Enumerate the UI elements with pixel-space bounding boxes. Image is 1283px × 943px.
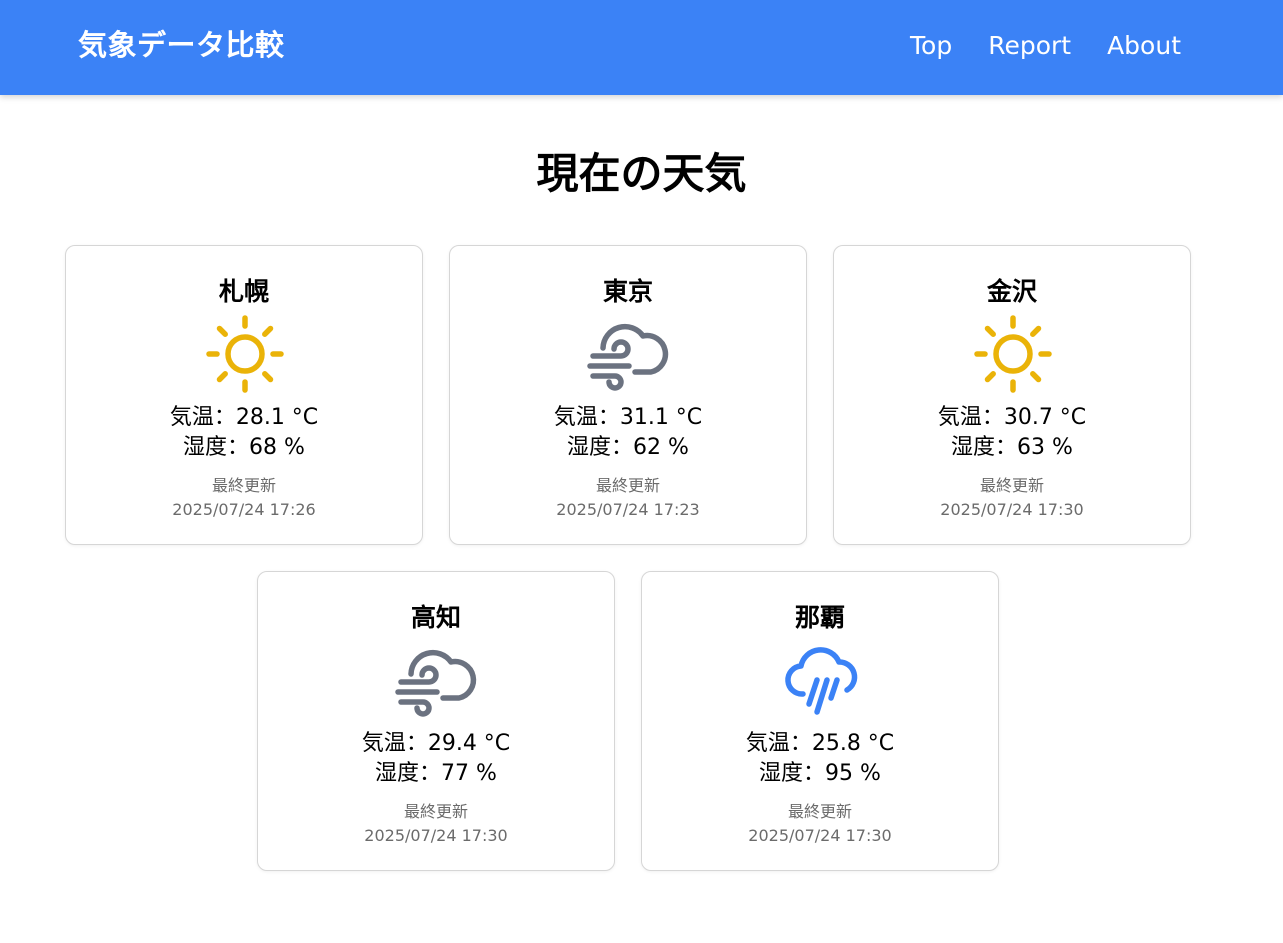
last-updated-time: 2025/07/24 17:30: [748, 826, 892, 845]
wind-cloud-icon: [387, 638, 487, 722]
humidity-text: 湿度：63 %: [951, 435, 1073, 460]
top-navbar: 気象データ比較 Top Report About: [0, 0, 1283, 95]
city-name: 金沢: [986, 277, 1037, 306]
last-updated-time: 2025/07/24 17:26: [172, 500, 316, 519]
last-updated-time: 2025/07/24 17:30: [364, 826, 508, 845]
temperature-text: 気温：30.7 °C: [937, 405, 1087, 430]
last-updated-label: 最終更新: [211, 476, 276, 495]
nav-link-about[interactable]: About: [1107, 28, 1181, 64]
temperature-text: 気温：28.1 °C: [169, 405, 319, 430]
last-updated-label: 最終更新: [595, 476, 660, 495]
wind-cloud-icon: [579, 312, 679, 396]
humidity-text: 湿度：95 %: [759, 761, 881, 786]
last-updated-time: 2025/07/24 17:23: [556, 500, 700, 519]
last-updated-label: 最終更新: [979, 476, 1044, 495]
brand-title[interactable]: 気象データ比較: [78, 26, 285, 64]
weather-card-kanazawa[interactable]: 金沢 気温：30.7 °C 湿度：63 % 最終更新 2025/07/24 17…: [833, 245, 1191, 545]
weather-card-sapporo[interactable]: 札幌 気温：28.1 °C 湿度：68 % 最終更新 2025/07/24 17…: [65, 245, 423, 545]
weather-card-tokyo[interactable]: 東京 気温：31.1 °C 湿度：62 % 最終更新 2025/07/24 17…: [449, 245, 807, 545]
temperature-text: 気温：31.1 °C: [553, 405, 703, 430]
humidity-text: 湿度：68 %: [183, 435, 305, 460]
city-name: 札幌: [218, 277, 269, 306]
city-name: 高知: [410, 603, 461, 632]
rain-cloud-icon: [771, 638, 871, 722]
nav-link-top[interactable]: Top: [910, 28, 952, 64]
city-name: 那覇: [794, 603, 845, 632]
temperature-text: 気温：29.4 °C: [361, 731, 511, 756]
humidity-text: 湿度：77 %: [375, 761, 497, 786]
weather-card-naha[interactable]: 那覇 気温：25.8 °C 湿度：95 % 最終更新 2025/07/24 17…: [641, 571, 999, 871]
last-updated-label: 最終更新: [787, 802, 852, 821]
weather-card-kochi[interactable]: 高知 気温：29.4 °C 湿度：77 % 最終更新 2025/07/24 17…: [257, 571, 615, 871]
last-updated-time: 2025/07/24 17:30: [940, 500, 1084, 519]
nav-links: Top Report About: [910, 28, 1181, 64]
temperature-text: 気温：25.8 °C: [745, 731, 895, 756]
sun-icon: [963, 312, 1063, 396]
last-updated-label: 最終更新: [403, 802, 468, 821]
nav-link-report[interactable]: Report: [988, 28, 1071, 64]
sun-icon: [195, 312, 295, 396]
page-title: 現在の天気: [536, 149, 747, 198]
humidity-text: 湿度：62 %: [567, 435, 689, 460]
city-name: 東京: [602, 277, 653, 306]
